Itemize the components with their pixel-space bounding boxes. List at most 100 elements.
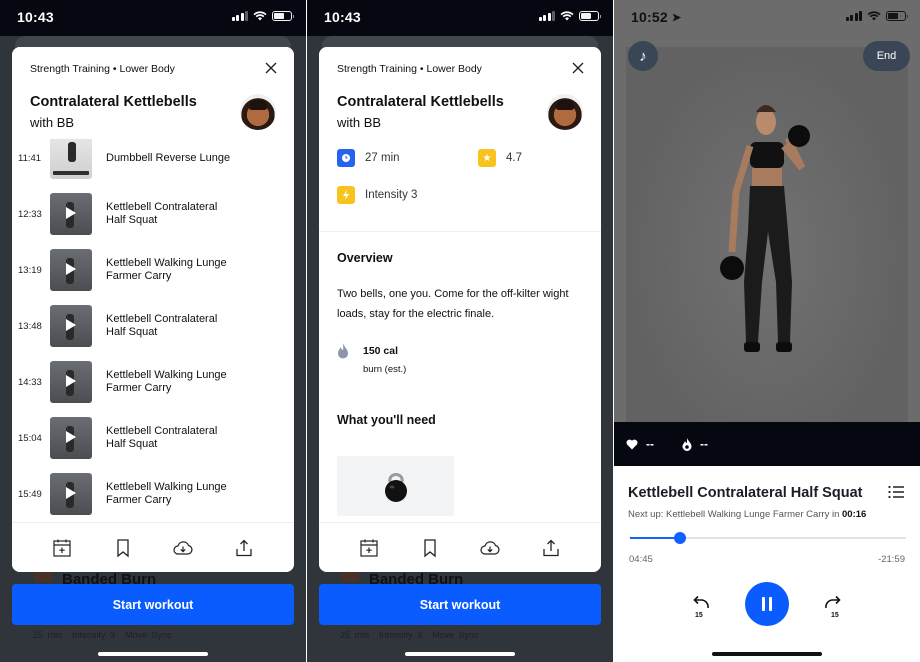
exercise-time: 13:19 — [18, 264, 42, 276]
exercise-name: Kettlebell Walking Lunge Farmer Carry — [106, 481, 227, 506]
start-workout-button[interactable]: Start workout — [12, 584, 294, 625]
exercise-name: Kettlebell Contralateral Half Squat — [106, 425, 218, 450]
exercise-name: Kettlebell Contralateral Half Squat — [106, 313, 218, 338]
play-icon — [66, 487, 76, 499]
status-bar: 10:43 — [0, 0, 306, 36]
play-icon — [66, 263, 76, 275]
status-bar: 10:43 — [307, 0, 613, 36]
calendar-add-icon[interactable] — [51, 537, 73, 559]
meta-duration: 25 min — [33, 630, 63, 640]
calories-value: -- — [700, 437, 708, 451]
cloud-download-icon[interactable] — [479, 537, 501, 559]
kettlebell-icon — [385, 473, 407, 502]
exercise-time: 12:33 — [18, 208, 42, 220]
cloud-download-icon[interactable] — [172, 537, 194, 559]
exercise-list[interactable]: 11:41 Dumbbell Reverse Lunge 12:33 Kettl… — [12, 139, 294, 524]
next-up-countdown: 00:16 — [842, 509, 867, 520]
workout-stats: 27 min ★ 4.7 Intensity 3 — [319, 139, 601, 232]
meta-intensity: Intensity 3 — [379, 630, 423, 640]
signal-icon — [538, 11, 555, 21]
meta-type: Move Sync — [432, 630, 479, 640]
exercise-time: 11:41 — [18, 152, 42, 164]
location-arrow-icon: ➤ — [671, 12, 682, 24]
play-icon — [66, 431, 76, 443]
status-icons — [231, 11, 294, 21]
exercise-thumbnail[interactable] — [50, 139, 92, 179]
elapsed-time: 04:45 — [629, 554, 653, 565]
exercise-thumbnail[interactable] — [50, 305, 92, 347]
workout-title: Contralateral Kettlebells — [30, 94, 197, 110]
stat-rating: ★ 4.7 — [478, 149, 522, 167]
play-icon — [66, 319, 76, 331]
flame-icon — [338, 343, 348, 359]
close-icon[interactable] — [571, 61, 585, 75]
start-workout-button[interactable]: Start workout — [319, 584, 601, 625]
exercise-name: Dumbbell Reverse Lunge — [106, 151, 231, 164]
exercise-thumbnail[interactable] — [50, 361, 92, 403]
list-icon[interactable] — [888, 485, 904, 499]
instructor-subtitle: with BB — [337, 115, 382, 130]
workout-detail-sheet: Strength Training • Lower Body Contralat… — [319, 47, 601, 572]
exercise-name: Kettlebell Contralateral Half Squat — [106, 201, 218, 226]
exercise-time: 15:49 — [18, 488, 42, 500]
bookmark-icon[interactable] — [112, 537, 134, 559]
star-icon: ★ — [478, 149, 496, 167]
status-time: 10:52 ➤ — [631, 9, 682, 25]
list-item[interactable]: 13:48 Kettlebell Contralateral Half Squa… — [12, 298, 294, 354]
home-indicator — [405, 652, 515, 656]
end-workout-button[interactable]: End — [863, 41, 910, 71]
skip-back-15-icon[interactable]: 15 — [690, 594, 712, 618]
heart-icon — [626, 439, 638, 449]
list-item[interactable]: 12:33 Kettlebell Contralateral Half Squa… — [12, 186, 294, 242]
exercise-thumbnail[interactable] — [50, 417, 92, 459]
status-time: 10:43 — [324, 9, 361, 25]
next-up-text: Next up: Kettlebell Walking Lunge Farmer… — [628, 509, 867, 520]
pause-button[interactable] — [745, 582, 789, 626]
remaining-time: -21:59 — [878, 554, 905, 565]
progress-slider[interactable] — [630, 532, 906, 544]
list-item[interactable]: 15:49 Kettlebell Walking Lunge Farmer Ca… — [12, 466, 294, 522]
exercise-video[interactable] — [626, 47, 908, 422]
share-icon[interactable] — [233, 537, 255, 559]
overview-description: Two bells, one you. Come for the off-kil… — [337, 288, 569, 320]
exercise-thumbnail[interactable] — [50, 193, 92, 235]
bookmark-icon[interactable] — [419, 537, 441, 559]
list-item[interactable]: 15:04 Kettlebell Contralateral Half Squa… — [12, 410, 294, 466]
exercise-thumbnail[interactable] — [50, 473, 92, 515]
play-icon — [66, 207, 76, 219]
stat-intensity: Intensity 3 — [337, 186, 417, 204]
current-exercise-title: Kettlebell Contralateral Half Squat — [628, 485, 863, 501]
overview-heading: Overview — [337, 251, 393, 265]
list-item[interactable]: 14:33 Kettlebell Walking Lunge Farmer Ca… — [12, 354, 294, 410]
breadcrumb: Strength Training • Lower Body — [30, 63, 175, 75]
exercise-thumbnail[interactable] — [50, 249, 92, 291]
intensity-value: Intensity 3 — [365, 189, 418, 201]
exercise-name: Kettlebell Walking Lunge Farmer Carry — [106, 369, 227, 394]
share-icon[interactable] — [540, 537, 562, 559]
status-time: 10:43 — [17, 9, 54, 25]
skip-forward-15-icon[interactable]: 15 — [822, 594, 844, 618]
status-icons — [538, 11, 601, 21]
play-icon — [66, 375, 76, 387]
instructor-avatar[interactable] — [240, 94, 276, 130]
calories-metric: -- — [682, 437, 708, 451]
close-icon[interactable] — [264, 61, 278, 75]
list-item[interactable]: 13:19 Kettlebell Walking Lunge Farmer Ca… — [12, 242, 294, 298]
meta-type: Move Sync — [125, 630, 172, 640]
underlying-workout-meta: 25 min Intensity 3 Move Sync — [340, 630, 489, 640]
screen-workout-overview: 10:43 Banded Burn Strength Training • Lo… — [307, 0, 613, 662]
equipment-card-kettlebell[interactable] — [337, 456, 454, 516]
calorie-value: 150 cal — [363, 345, 399, 357]
list-item[interactable]: 11:41 Dumbbell Reverse Lunge — [12, 139, 294, 186]
sheet-header: Strength Training • Lower Body Contralat… — [12, 47, 294, 139]
music-button[interactable]: ♪ — [628, 41, 658, 71]
calorie-label: burn (est.) — [363, 364, 407, 375]
instructor-avatar[interactable] — [547, 94, 583, 130]
progress-thumb[interactable] — [673, 532, 686, 544]
flame-icon — [682, 437, 692, 451]
signal-icon — [845, 11, 862, 21]
underlying-workout-meta: 25 min Intensity 3 Move Sync — [33, 630, 182, 640]
equipment-heading: What you'll need — [337, 413, 436, 427]
calendar-add-icon[interactable] — [358, 537, 380, 559]
bolt-icon — [337, 186, 355, 204]
